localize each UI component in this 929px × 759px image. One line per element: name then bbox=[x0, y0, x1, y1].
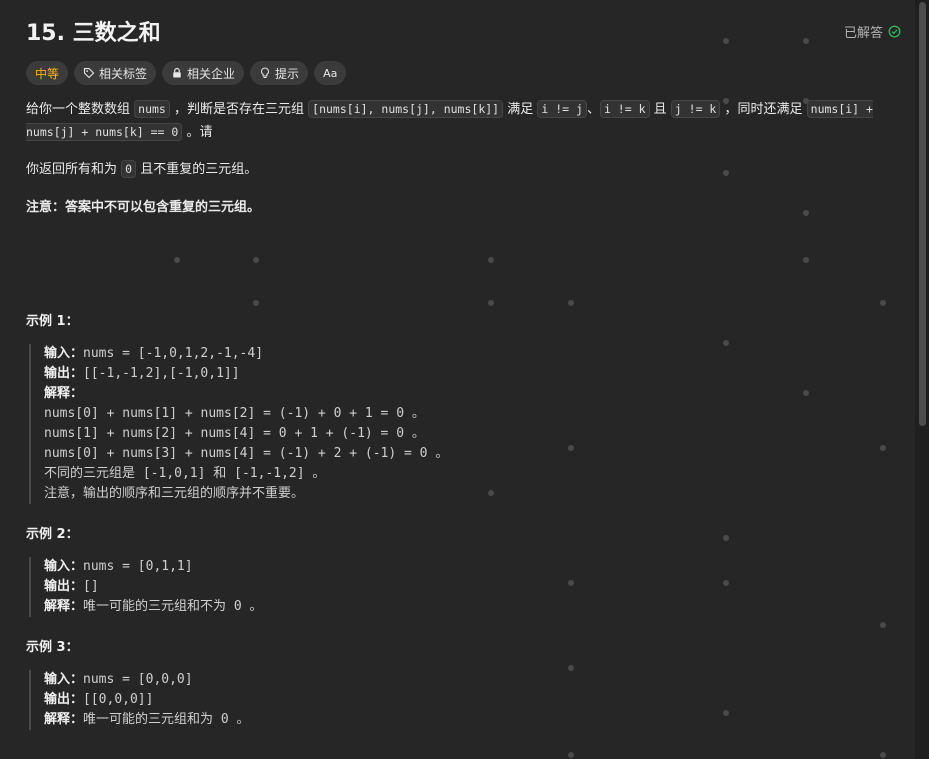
description-paragraph-1: 给你一个整数数组 nums ，判断是否存在三元组 [nums[i], nums[… bbox=[26, 98, 898, 144]
example-1-line-2: nums[1] + nums[2] + nums[4] = 0 + 1 + (-… bbox=[44, 426, 425, 441]
inline-code: nums bbox=[134, 100, 170, 118]
example-3-block: 输入：nums = [0,0,0] 输出：[[0,0,0]] 解释：唯一可能的三… bbox=[29, 670, 250, 730]
desc-text: 你返回所有和为 bbox=[26, 162, 118, 177]
desc-text: ，同时还满足 bbox=[724, 102, 803, 117]
example-1-explain-label-row: 解释： bbox=[44, 384, 448, 404]
difficulty-label: 中等 bbox=[35, 66, 60, 81]
example-2-explain: 解释：唯一可能的三元组和不为 0 。 bbox=[44, 597, 263, 617]
example-3-explain: 解释：唯一可能的三元组和为 0 。 bbox=[44, 710, 250, 730]
desc-text: 给你一个整数数组 bbox=[26, 102, 131, 117]
example-2-input: 输入：nums = [0,1,1] bbox=[44, 557, 263, 577]
inline-code: i != j bbox=[537, 100, 587, 118]
problem-description-panel: 15. 三数之和 已解答 中等 相关标签 相关企业 提示 Aa 给你一个整数数组… bbox=[0, 0, 915, 759]
example-3-input: 输入：nums = [0,0,0] bbox=[44, 670, 250, 690]
example-2-output: 输出：[] bbox=[44, 577, 263, 597]
output-value: [[-1,-1,2],[-1,0,1]] bbox=[83, 366, 240, 381]
input-label: 输入： bbox=[44, 672, 84, 687]
example-1-line-4: 不同的三元组是 [-1,0,1] 和 [-1,-1,2] 。 bbox=[44, 464, 448, 484]
problem-content: 15. 三数之和 已解答 中等 相关标签 相关企业 提示 Aa 给你一个整数数组… bbox=[26, 14, 901, 219]
input-label: 输入： bbox=[44, 559, 84, 574]
explain-text: [-1,0,1] bbox=[135, 466, 214, 481]
input-value: nums = [-1,0,1,2,-1,-4] bbox=[83, 346, 264, 361]
check-circle-icon bbox=[888, 25, 901, 37]
lightbulb-icon bbox=[261, 67, 269, 79]
inline-code: [nums[i], nums[j], nums[k]] bbox=[308, 100, 504, 118]
explain-text: 和 bbox=[213, 466, 227, 481]
example-2-block: 输入：nums = [0,1,1] 输出：[] 解释：唯一可能的三元组和不为 0… bbox=[29, 557, 263, 617]
hint-tag-button[interactable]: 提示 bbox=[250, 61, 309, 85]
example-1-line-1: nums[0] + nums[1] + nums[2] = (-1) + 0 +… bbox=[44, 406, 425, 421]
output-label: 输出： bbox=[44, 366, 84, 381]
font-size-icon: Aa bbox=[323, 66, 338, 80]
inline-code: 0 bbox=[121, 160, 137, 178]
input-value: nums = [0,0,0] bbox=[83, 672, 193, 687]
desc-text: 且不重复的三元组。 bbox=[140, 162, 258, 177]
desc-text: 。请 bbox=[186, 125, 213, 140]
explain-text: 0 。 bbox=[213, 712, 250, 727]
explain-text: [-1,-1,2] 。 bbox=[226, 466, 326, 481]
explain-text: 0 。 bbox=[226, 599, 263, 614]
output-label: 输出： bbox=[44, 579, 84, 594]
title-row: 15. 三数之和 已解答 bbox=[26, 14, 901, 48]
companies-tag-label: 相关企业 bbox=[187, 66, 236, 81]
difficulty-badge[interactable]: 中等 bbox=[26, 61, 69, 85]
example-3-output: 输出：[[0,0,0]] bbox=[44, 690, 250, 710]
companies-tag-button[interactable]: 相关企业 bbox=[162, 61, 245, 85]
example-2-title: 示例 2： bbox=[26, 527, 79, 542]
desc-text: ，判断是否存在三元组 bbox=[174, 102, 305, 117]
explain-text: 唯一可能的三元组和不为 bbox=[83, 599, 227, 614]
desc-text: 、 bbox=[586, 102, 600, 117]
vertical-scrollbar[interactable] bbox=[915, 0, 929, 759]
explain-label: 解释： bbox=[44, 599, 84, 614]
example-1-title: 示例 1： bbox=[26, 314, 79, 329]
problem-title[interactable]: 15. 三数之和 bbox=[26, 15, 161, 47]
example-1-line-3: nums[0] + nums[3] + nums[4] = (-1) + 2 +… bbox=[44, 446, 449, 461]
description-paragraph-2: 你返回所有和为 0 且不重复的三元组。 bbox=[26, 158, 898, 181]
scrollbar-thumb[interactable] bbox=[919, 2, 926, 426]
inline-code: j != k bbox=[670, 100, 721, 118]
topics-tag-label: 相关标签 bbox=[99, 66, 148, 81]
note-text: 答案中不可以包含重复的三元组。 bbox=[65, 200, 261, 215]
explain-text: 不同的三元组是 bbox=[44, 466, 136, 481]
output-value: [[0,0,0]] bbox=[83, 692, 154, 707]
example-1-block: 输入：nums = [-1,0,1,2,-1,-4] 输出：[[-1,-1,2]… bbox=[29, 344, 448, 504]
example-1-line-5: 注意，输出的顺序和三元组的顺序并不重要。 bbox=[44, 486, 305, 501]
explain-label: 解释： bbox=[44, 712, 84, 727]
output-value: [] bbox=[83, 579, 99, 594]
explain-text: 唯一可能的三元组和为 bbox=[83, 712, 214, 727]
explain-label: 解释： bbox=[44, 386, 84, 401]
note-label: 注意： bbox=[26, 200, 66, 215]
desc-text: 且 bbox=[653, 102, 667, 117]
lock-icon bbox=[173, 67, 181, 78]
hint-tag-label: 提示 bbox=[275, 66, 300, 81]
tag-icon bbox=[83, 67, 95, 79]
input-value: nums = [0,1,1] bbox=[83, 559, 193, 574]
tag-bar: 中等 相关标签 相关企业 提示 Aa bbox=[26, 61, 898, 85]
solved-label: 已解答 bbox=[843, 25, 883, 41]
example-1-input: 输入：nums = [-1,0,1,2,-1,-4] bbox=[44, 344, 448, 364]
example-1-output: 输出：[[-1,-1,2],[-1,0,1]] bbox=[44, 364, 448, 384]
font-size-button[interactable]: Aa bbox=[314, 61, 347, 85]
example-3-title: 示例 3： bbox=[26, 640, 79, 655]
inline-code: i != k bbox=[599, 100, 650, 118]
description-note: 注意：答案中不可以包含重复的三元组。 bbox=[26, 197, 898, 219]
desc-text: 满足 bbox=[507, 102, 534, 117]
solved-status: 已解答 bbox=[844, 22, 901, 41]
output-label: 输出： bbox=[44, 692, 84, 707]
topics-tag-button[interactable]: 相关标签 bbox=[74, 61, 157, 85]
input-label: 输入： bbox=[44, 346, 84, 361]
